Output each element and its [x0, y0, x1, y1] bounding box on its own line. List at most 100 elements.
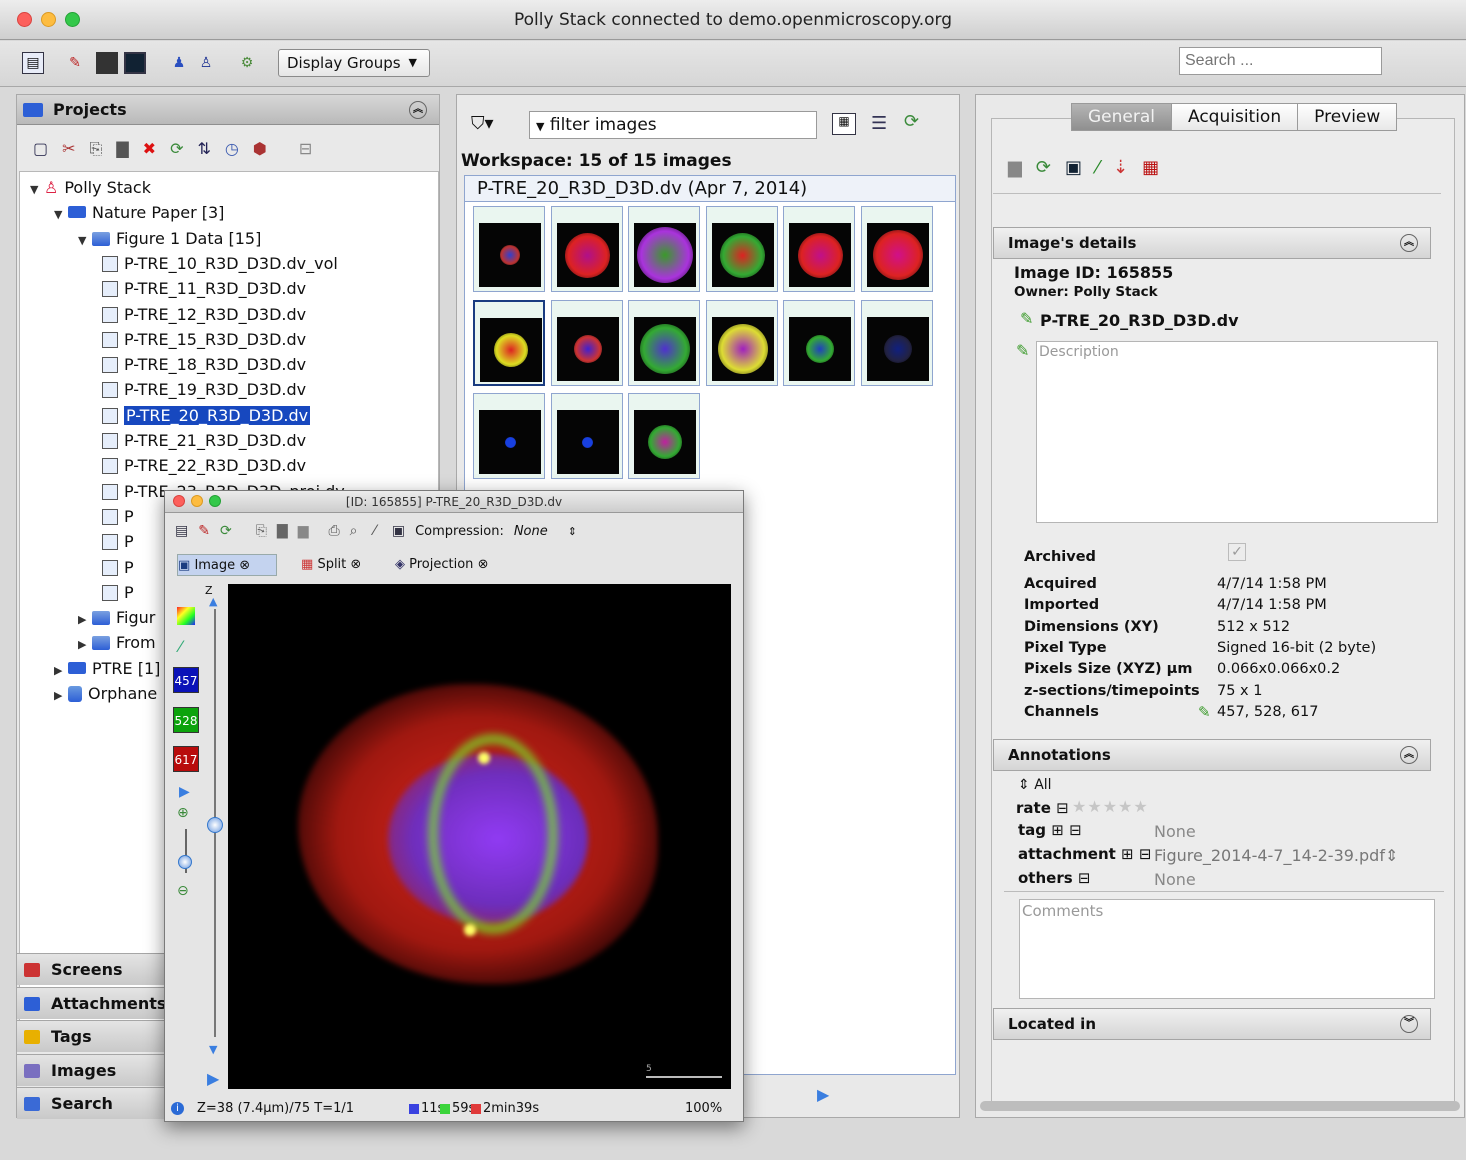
horizontal-scrollbar[interactable] [980, 1101, 1460, 1111]
tab-general[interactable]: General [1071, 103, 1172, 131]
minimize-window-button[interactable] [41, 12, 56, 27]
attachment-value[interactable]: Figure_2014-4-7_14-2-39.pdf⇕ [1154, 846, 1398, 865]
zoom-slider-thumb[interactable] [178, 855, 192, 869]
tree-node[interactable]: P-TRE_18_R3D_D3D.dv [102, 353, 306, 377]
save-icon[interactable]: ▆ [1008, 157, 1022, 178]
image-thumbnail[interactable] [473, 299, 545, 386]
thumbnail-view-icon[interactable]: ▦ [832, 113, 856, 135]
z-up-arrow-icon[interactable]: ▲ [209, 595, 217, 608]
refresh-icon[interactable]: ⟳ [220, 523, 232, 539]
paste-icon[interactable]: ▇ [116, 139, 128, 159]
expand-triangle-closed-icon[interactable]: ▶ [54, 684, 68, 708]
tab-preview[interactable]: Preview [1297, 103, 1398, 131]
collapse-all-icon[interactable]: ⊟ [299, 139, 312, 159]
edit-channels-pencil-icon[interactable]: ✎ [1198, 703, 1211, 721]
tab-image[interactable]: ▣ Image ⊗ [177, 554, 277, 576]
image-thumbnail[interactable] [860, 299, 933, 386]
delete-icon[interactable]: ✖ [143, 139, 156, 159]
image-thumbnail[interactable] [473, 206, 545, 292]
copy-icon[interactable]: ⎘ [90, 139, 103, 159]
rating-stars[interactable]: ★★★★★ [1072, 797, 1149, 816]
history-icon[interactable]: ◷ [225, 139, 239, 159]
edit-pencil-icon[interactable]: ✎ [1016, 341, 1029, 360]
tree-node[interactable]: P-TRE_11_R3D_D3D.dv [102, 277, 306, 301]
tree-node[interactable]: ▶ PTRE [1] [54, 657, 160, 681]
play-icon[interactable]: ▶ [179, 784, 190, 800]
expand-icon[interactable]: ︾ [1400, 1015, 1418, 1033]
image-thumbnail[interactable] [860, 206, 933, 292]
tree-node[interactable]: ▼ Figure 1 Data [15] [78, 227, 261, 251]
expand-triangle-open-icon[interactable]: ▼ [78, 229, 92, 253]
list-view-icon[interactable]: ☰ [871, 113, 887, 134]
comments-field[interactable]: Comments [1019, 899, 1435, 999]
tree-node[interactable]: P [102, 530, 134, 554]
download-icon[interactable]: ⇣ [1113, 157, 1128, 178]
eyedropper-icon[interactable]: ⁄ [179, 637, 182, 656]
channels-grid-icon[interactable]: ▦ [1142, 157, 1159, 178]
projects-header[interactable]: Projects ︽ [17, 95, 439, 125]
image-thumbnail[interactable] [705, 299, 778, 386]
refresh-icon[interactable]: ⟳ [1036, 157, 1051, 178]
snapshot-icon[interactable]: ⎙ [328, 523, 339, 539]
image-thumbnail[interactable] [705, 206, 778, 292]
tree-node[interactable]: ▶ From [78, 631, 156, 655]
tree-node[interactable]: P-TRE_19_R3D_D3D.dv [102, 378, 306, 402]
expand-triangle-closed-icon[interactable]: ▶ [54, 659, 68, 683]
tree-node[interactable]: ▼ ♙ Polly Stack [30, 176, 151, 200]
image-thumbnail[interactable] [783, 299, 855, 386]
viewer-icon[interactable] [96, 52, 118, 74]
timepoint-play-icon[interactable]: ▶ [207, 1069, 219, 1088]
sort-icon[interactable]: ⇅ [197, 139, 210, 159]
plus-icon[interactable]: ⊞ [1051, 821, 1064, 839]
tree-node[interactable]: ▼ Nature Paper [3] [54, 201, 224, 225]
collapse-icon[interactable]: ︽ [1400, 234, 1418, 252]
tree-node[interactable]: P-TRE_15_R3D_D3D.dv [102, 328, 306, 352]
zoom-out-icon[interactable]: ⊖ [177, 883, 189, 899]
import-icon[interactable]: ⬢ [253, 139, 267, 159]
image-thumbnail[interactable] [628, 299, 700, 386]
tab-acquisition[interactable]: Acquisition [1171, 103, 1299, 131]
image-thumbnail[interactable] [550, 206, 623, 292]
bottom-tab-screens[interactable]: Screens [17, 953, 167, 985]
image-thumbnail[interactable] [783, 206, 855, 292]
archived-checkbox[interactable]: ✓ [1228, 543, 1246, 561]
bottom-tab-images[interactable]: Images [17, 1053, 167, 1086]
new-container-icon[interactable]: ▢ [33, 139, 48, 159]
image-thumbnail[interactable] [473, 393, 545, 479]
close-window-button[interactable] [173, 495, 185, 507]
image-name[interactable]: P-TRE_20_R3D_D3D.dv [1040, 311, 1239, 330]
annotations-header[interactable]: Annotations ︽ [993, 739, 1431, 771]
minus-icon[interactable]: ⊟ [1139, 845, 1152, 863]
annotations-all[interactable]: ⇕ All [1018, 777, 1052, 793]
refresh-icon[interactable]: ⟳ [904, 111, 919, 132]
edit-icon[interactable]: ✎ [198, 523, 210, 539]
cut-icon[interactable]: ✂ [62, 139, 75, 159]
publish-icon[interactable]: ⁄ [1096, 157, 1099, 178]
edit-icon[interactable]: ✎ [64, 52, 86, 74]
zoom-lens-icon[interactable]: ⌕ [350, 523, 358, 539]
filter-funnel-icon[interactable]: ⛉▾ [471, 113, 494, 134]
tree-node[interactable]: P-TRE_22_R3D_D3D.dv [102, 454, 306, 478]
measure-icon[interactable]: ⁄ [374, 523, 376, 539]
image-thumbnail[interactable] [628, 393, 700, 479]
bottom-tab-attachments[interactable]: Attachments [17, 986, 167, 1019]
minimize-window-button[interactable] [191, 495, 203, 507]
info-icon[interactable]: i [171, 1102, 184, 1115]
display-groups-dropdown[interactable]: Display Groups ▼ [278, 49, 430, 77]
collapse-icon[interactable]: ︽ [409, 101, 427, 119]
tree-node[interactable]: ▶ Figur [78, 606, 155, 630]
zoom-slider-arrow-icon[interactable]: ▶ [817, 1085, 829, 1104]
scripts-icon[interactable]: ⚙ [236, 52, 258, 74]
tree-node[interactable]: P-TRE_12_R3D_D3D.dv [102, 303, 306, 327]
info-panel-icon[interactable]: ▤ [175, 523, 188, 539]
bottom-tab-tags[interactable]: Tags [17, 1020, 167, 1052]
hierarchy-view-icon[interactable]: ▤ [22, 52, 44, 74]
compression-value[interactable]: None [514, 524, 548, 539]
paste-settings-icon[interactable]: ▇ [277, 523, 288, 539]
tab-projection[interactable]: ◈ Projection ⊗ [395, 554, 488, 576]
minus-icon[interactable]: ⊟ [1069, 821, 1082, 839]
image-window-icon[interactable] [124, 52, 146, 74]
image-details-header[interactable]: Image's details ︽ [993, 227, 1431, 259]
plus-icon[interactable]: ⊞ [1121, 845, 1134, 863]
bottom-tab-search[interactable]: Search [17, 1087, 167, 1119]
